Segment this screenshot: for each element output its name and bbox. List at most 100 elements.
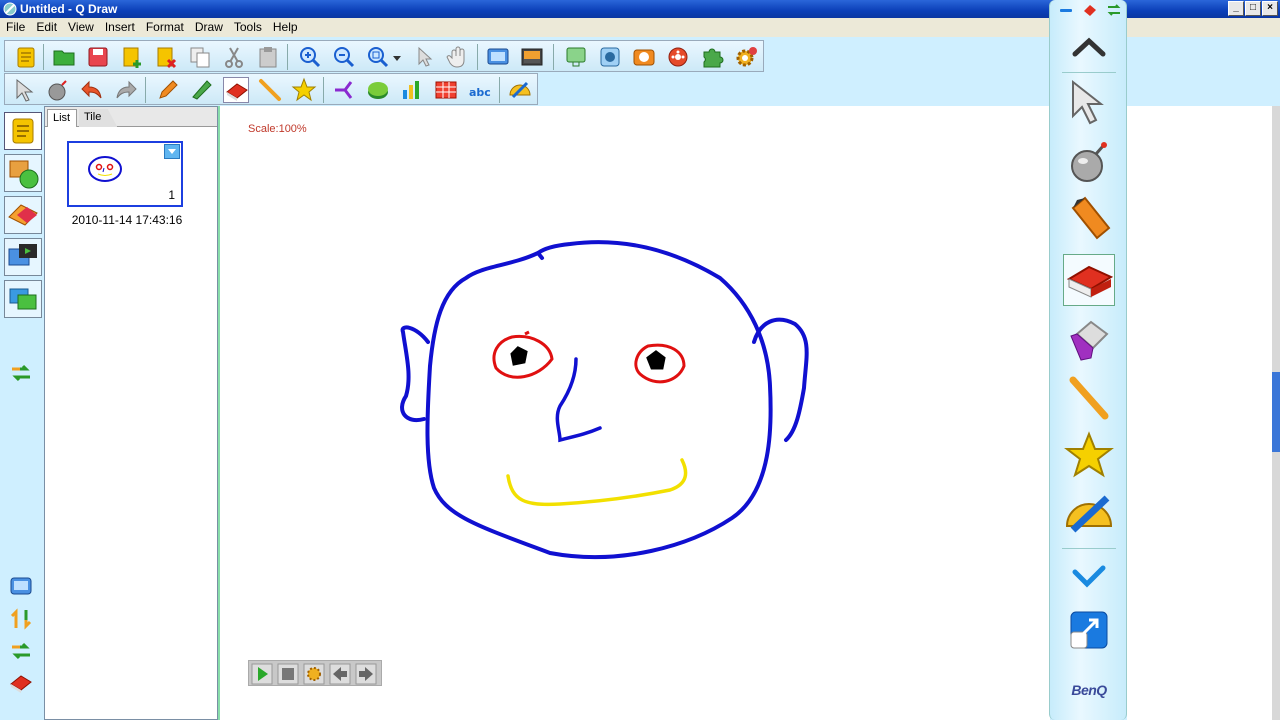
fullscreen-icon[interactable] <box>485 44 511 70</box>
menu-view[interactable]: View <box>62 18 99 34</box>
play-icon[interactable] <box>251 663 273 685</box>
exit-share-icon[interactable] <box>1063 604 1115 656</box>
table-icon[interactable] <box>433 77 459 103</box>
delete-page-icon[interactable] <box>153 44 179 70</box>
connector-icon[interactable] <box>331 77 357 103</box>
page-thumbnail[interactable]: 1 <box>67 141 183 207</box>
playback-settings-icon[interactable] <box>303 663 325 685</box>
pie-chart-icon[interactable] <box>365 77 391 103</box>
maximize-button[interactable]: □ <box>1245 1 1261 16</box>
brand-logo: BenQ <box>1071 682 1107 698</box>
star-shape-icon[interactable] <box>1063 430 1115 482</box>
minimize-button[interactable]: _ <box>1228 1 1244 16</box>
screen-capture-icon[interactable] <box>519 44 545 70</box>
magic-eraser-icon[interactable] <box>1063 314 1115 366</box>
zoom-in-icon[interactable] <box>297 44 323 70</box>
next-icon[interactable] <box>355 663 377 685</box>
page-number: 1 <box>168 188 175 202</box>
playback-bar <box>248 660 382 686</box>
marker-icon[interactable] <box>189 77 215 103</box>
toolbar-area: abc <box>0 37 1050 106</box>
undo-icon[interactable] <box>79 77 105 103</box>
film-icon[interactable] <box>665 44 691 70</box>
menu-help[interactable]: Help <box>267 18 303 34</box>
menu-draw[interactable]: Draw <box>189 18 228 34</box>
open-file-icon[interactable] <box>51 44 77 70</box>
snapshot-icon[interactable] <box>631 44 657 70</box>
svg-text:abc: abc <box>469 86 491 99</box>
page-list-panel: List Tile 1 2010-11-14 17:43:16 <box>44 106 218 720</box>
menu-tools[interactable]: Tools <box>228 18 267 34</box>
minimize-toolbar-icon[interactable] <box>1058 2 1074 18</box>
menu-file[interactable]: File <box>0 18 30 34</box>
confirm-check-icon[interactable] <box>1063 548 1115 600</box>
pointer-pan-icon[interactable] <box>411 44 437 70</box>
tab-tile[interactable]: Tile <box>79 109 118 127</box>
line-icon[interactable] <box>1063 372 1115 424</box>
protractor-icon[interactable] <box>1063 490 1115 542</box>
floating-toolbar: BenQ <box>1049 0 1127 720</box>
menu-insert[interactable]: Insert <box>99 18 140 34</box>
redo-icon[interactable] <box>113 77 139 103</box>
protractor-icon[interactable] <box>507 77 533 103</box>
thumbnail-preview <box>88 156 122 182</box>
zoom-fit-icon[interactable] <box>365 44 391 70</box>
copy-icon[interactable] <box>187 44 213 70</box>
pen-icon[interactable] <box>155 77 181 103</box>
eraser-icon[interactable] <box>1063 254 1115 306</box>
puzzle-icon[interactable] <box>699 44 725 70</box>
star-shape-icon[interactable] <box>291 77 317 103</box>
clear-bomb-icon[interactable] <box>45 77 71 103</box>
thumbnail-menu-button[interactable] <box>164 144 180 159</box>
camera-sphere-icon[interactable] <box>597 44 623 70</box>
menu-edit[interactable]: Edit <box>30 18 62 34</box>
settings-gear-icon[interactable] <box>733 44 759 70</box>
scrollbar-thumb[interactable] <box>1272 372 1280 452</box>
close-button[interactable]: × <box>1262 1 1278 16</box>
swap-panel-icon[interactable] <box>8 638 34 664</box>
page-date: 2010-11-14 17:43:16 <box>71 213 183 227</box>
left-rail <box>0 106 44 720</box>
menu-bar-right <box>1127 18 1280 37</box>
prev-icon[interactable] <box>329 663 351 685</box>
swap-side-icon[interactable] <box>8 360 34 386</box>
new-page-icon[interactable] <box>13 44 39 70</box>
face-drawing <box>400 240 809 560</box>
page-sorter-tab[interactable] <box>4 112 42 150</box>
panel-tabs: List Tile <box>45 107 217 127</box>
pen-icon[interactable] <box>1063 194 1115 246</box>
record-icon[interactable] <box>563 44 589 70</box>
menu-format[interactable]: Format <box>140 18 189 34</box>
eraser-icon[interactable] <box>223 77 249 103</box>
canvas-right-region[interactable] <box>1127 106 1272 720</box>
zoom-out-icon[interactable] <box>331 44 357 70</box>
gallery-tab[interactable] <box>4 154 42 192</box>
main-toolbar <box>4 40 764 72</box>
line-icon[interactable] <box>257 77 283 103</box>
eraser-small-icon[interactable] <box>8 670 34 696</box>
window-title: Untitled - Q Draw <box>20 2 118 16</box>
attachments-tab[interactable] <box>4 280 42 318</box>
tab-list[interactable]: List <box>47 109 78 127</box>
cut-icon[interactable] <box>221 44 247 70</box>
swap-mini-icon[interactable] <box>1106 2 1122 18</box>
paste-icon[interactable] <box>255 44 281 70</box>
bar-chart-icon[interactable] <box>399 77 425 103</box>
add-page-icon[interactable] <box>119 44 145 70</box>
move-up-down-icon[interactable] <box>8 606 34 632</box>
hand-icon[interactable] <box>445 44 471 70</box>
toolbar-right-blank <box>1127 37 1280 106</box>
zoom-dropdown-icon[interactable] <box>391 44 403 70</box>
screen-mode-icon[interactable] <box>8 574 34 600</box>
shapes-tab[interactable] <box>4 196 42 234</box>
eraser-mini-icon[interactable] <box>1082 2 1098 18</box>
clear-bomb-icon[interactable] <box>1063 136 1115 188</box>
text-abc-icon[interactable]: abc <box>467 77 493 103</box>
select-arrow-icon[interactable] <box>1063 76 1115 128</box>
select-arrow-icon[interactable] <box>11 77 37 103</box>
collapse-up-icon[interactable] <box>1063 22 1115 74</box>
drawing-canvas[interactable]: Scale:100% <box>218 106 1050 720</box>
save-icon[interactable] <box>85 44 111 70</box>
stop-icon[interactable] <box>277 663 299 685</box>
media-tab[interactable] <box>4 238 42 276</box>
